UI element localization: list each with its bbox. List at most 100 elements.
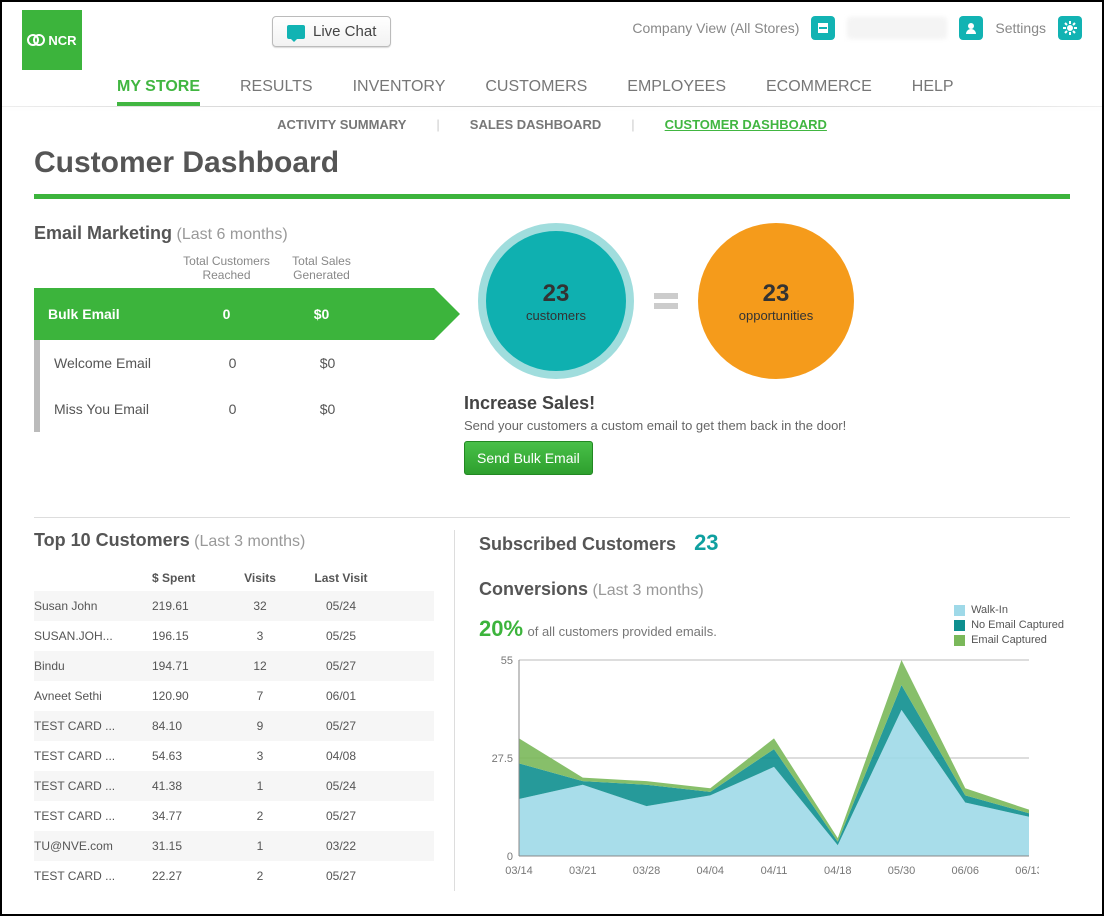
conversions-period: (Last 3 months) xyxy=(592,582,703,599)
live-chat-label: Live Chat xyxy=(313,23,376,40)
customer-visits: 12 xyxy=(224,659,296,673)
email-marketing-period: (Last 6 months) xyxy=(177,226,288,243)
table-row[interactable]: TEST CARD ...84.10905/27 xyxy=(34,711,434,741)
svg-text:0: 0 xyxy=(507,851,513,863)
send-bulk-email-button[interactable]: Send Bulk Email xyxy=(464,441,593,475)
tab-employees[interactable]: EMPLOYEES xyxy=(627,78,726,106)
settings-link[interactable]: Settings xyxy=(995,20,1046,36)
col-customers-reached: Total Customers Reached xyxy=(179,254,274,282)
user-icon-button[interactable] xyxy=(959,16,983,40)
customer-last: 05/24 xyxy=(296,599,386,613)
svg-text:27.5: 27.5 xyxy=(492,753,513,765)
settings-gear-button[interactable] xyxy=(1058,16,1082,40)
customer-spent: 54.63 xyxy=(152,749,224,763)
col-spent: $ Spent xyxy=(152,571,224,585)
legend-email: Email Captured xyxy=(971,634,1047,646)
email-row-reached: 0 xyxy=(185,401,280,417)
logo-icon xyxy=(27,31,45,49)
tab-help[interactable]: HELP xyxy=(912,78,954,106)
table-row[interactable]: TEST CARD ...34.77205/27 xyxy=(34,801,434,831)
customer-last: 05/27 xyxy=(296,719,386,733)
legend-noemail: No Email Captured xyxy=(971,619,1064,631)
customer-name: TEST CARD ... xyxy=(34,719,152,733)
tab-inventory[interactable]: INVENTORY xyxy=(353,78,446,106)
customer-spent: 196.15 xyxy=(152,629,224,643)
tab-results[interactable]: RESULTS xyxy=(240,78,313,106)
customer-last: 04/08 xyxy=(296,749,386,763)
subtab-activity-summary[interactable]: ACTIVITY SUMMARY xyxy=(269,117,414,132)
customer-last: 05/25 xyxy=(296,629,386,643)
table-row[interactable]: Bindu194.711205/27 xyxy=(34,651,434,681)
email-row-reached: 0 xyxy=(179,306,274,322)
table-row[interactable]: TEST CARD ...54.63304/08 xyxy=(34,741,434,771)
email-row-label: Bulk Email xyxy=(34,306,179,322)
col-last-visit: Last Visit xyxy=(296,571,386,585)
customer-visits: 1 xyxy=(224,779,296,793)
conversions-pct: 20% xyxy=(479,616,523,641)
brand-logo[interactable]: NCR xyxy=(22,10,82,70)
company-view-label[interactable]: Company View (All Stores) xyxy=(632,20,799,36)
store-icon-button[interactable] xyxy=(811,16,835,40)
tab-ecommerce[interactable]: ECOMMERCE xyxy=(766,78,872,106)
user-icon xyxy=(964,21,978,35)
svg-text:04/11: 04/11 xyxy=(761,865,788,877)
customer-spent: 194.71 xyxy=(152,659,224,673)
conversions-title: Conversions xyxy=(479,579,588,600)
top-customers-title: Top 10 Customers xyxy=(34,530,190,551)
customer-name: Avneet Sethi xyxy=(34,689,152,703)
customer-visits: 2 xyxy=(224,869,296,883)
email-row-missyou[interactable]: Miss You Email 0 $0 xyxy=(40,386,434,432)
customer-visits: 3 xyxy=(224,629,296,643)
customer-name: TU@NVE.com xyxy=(34,839,152,853)
table-row[interactable]: Avneet Sethi120.90706/01 xyxy=(34,681,434,711)
svg-text:05/30: 05/30 xyxy=(888,865,916,877)
customer-last: 05/27 xyxy=(296,809,386,823)
top-customers-period: (Last 3 months) xyxy=(194,533,305,550)
table-row[interactable]: TEST CARD ...41.38105/24 xyxy=(34,771,434,801)
customer-name: Susan John xyxy=(34,599,152,613)
customer-visits: 3 xyxy=(224,749,296,763)
email-row-label: Miss You Email xyxy=(40,401,185,417)
tab-customers[interactable]: CUSTOMERS xyxy=(485,78,587,106)
customer-name: TEST CARD ... xyxy=(34,779,152,793)
opportunities-circle: 23 opportunities xyxy=(698,223,854,379)
customer-spent: 31.15 xyxy=(152,839,224,853)
equals-icon xyxy=(654,293,678,309)
table-row[interactable]: TU@NVE.com31.15103/22 xyxy=(34,831,434,861)
increase-sales-desc: Send your customers a custom email to ge… xyxy=(464,418,1070,433)
email-row-sales: $0 xyxy=(274,306,369,322)
page-title: Customer Dashboard xyxy=(2,142,1102,194)
customer-spent: 219.61 xyxy=(152,599,224,613)
customer-visits: 9 xyxy=(224,719,296,733)
table-row[interactable]: TEST CARD ...22.27205/27 xyxy=(34,861,434,891)
live-chat-button[interactable]: Live Chat xyxy=(272,16,391,47)
tab-my-store[interactable]: MY STORE xyxy=(117,78,200,106)
subtab-customer-dashboard[interactable]: CUSTOMER DASHBOARD xyxy=(657,117,835,132)
customers-label: customers xyxy=(526,308,586,323)
svg-text:03/21: 03/21 xyxy=(569,865,597,877)
subscribed-title: Subscribed Customers xyxy=(479,534,676,555)
subtab-sales-dashboard[interactable]: SALES DASHBOARD xyxy=(462,117,609,132)
email-row-bulk[interactable]: Bulk Email 0 $0 xyxy=(34,288,434,340)
customer-visits: 1 xyxy=(224,839,296,853)
svg-text:06/13: 06/13 xyxy=(1015,865,1039,877)
svg-text:03/14: 03/14 xyxy=(505,865,533,877)
brand-text: NCR xyxy=(48,33,76,48)
conversions-chart: 027.55503/1403/2103/2804/0404/1104/1805/… xyxy=(479,650,1039,880)
table-row[interactable]: SUSAN.JOH...196.15305/25 xyxy=(34,621,434,651)
svg-text:04/18: 04/18 xyxy=(824,865,852,877)
email-row-welcome[interactable]: Welcome Email 0 $0 xyxy=(40,340,434,386)
customers-count: 23 xyxy=(543,280,570,308)
email-row-label: Welcome Email xyxy=(40,355,185,371)
customer-spent: 120.90 xyxy=(152,689,224,703)
customer-name: Bindu xyxy=(34,659,152,673)
opportunities-count: 23 xyxy=(763,280,790,308)
table-row[interactable]: Susan John219.613205/24 xyxy=(34,591,434,621)
customer-last: 05/24 xyxy=(296,779,386,793)
customer-spent: 22.27 xyxy=(152,869,224,883)
customer-spent: 84.10 xyxy=(152,719,224,733)
svg-text:55: 55 xyxy=(501,655,513,667)
customer-visits: 2 xyxy=(224,809,296,823)
increase-sales-title: Increase Sales! xyxy=(464,393,1070,414)
chart-legend: Walk-In No Email Captured Email Captured xyxy=(954,604,1064,649)
